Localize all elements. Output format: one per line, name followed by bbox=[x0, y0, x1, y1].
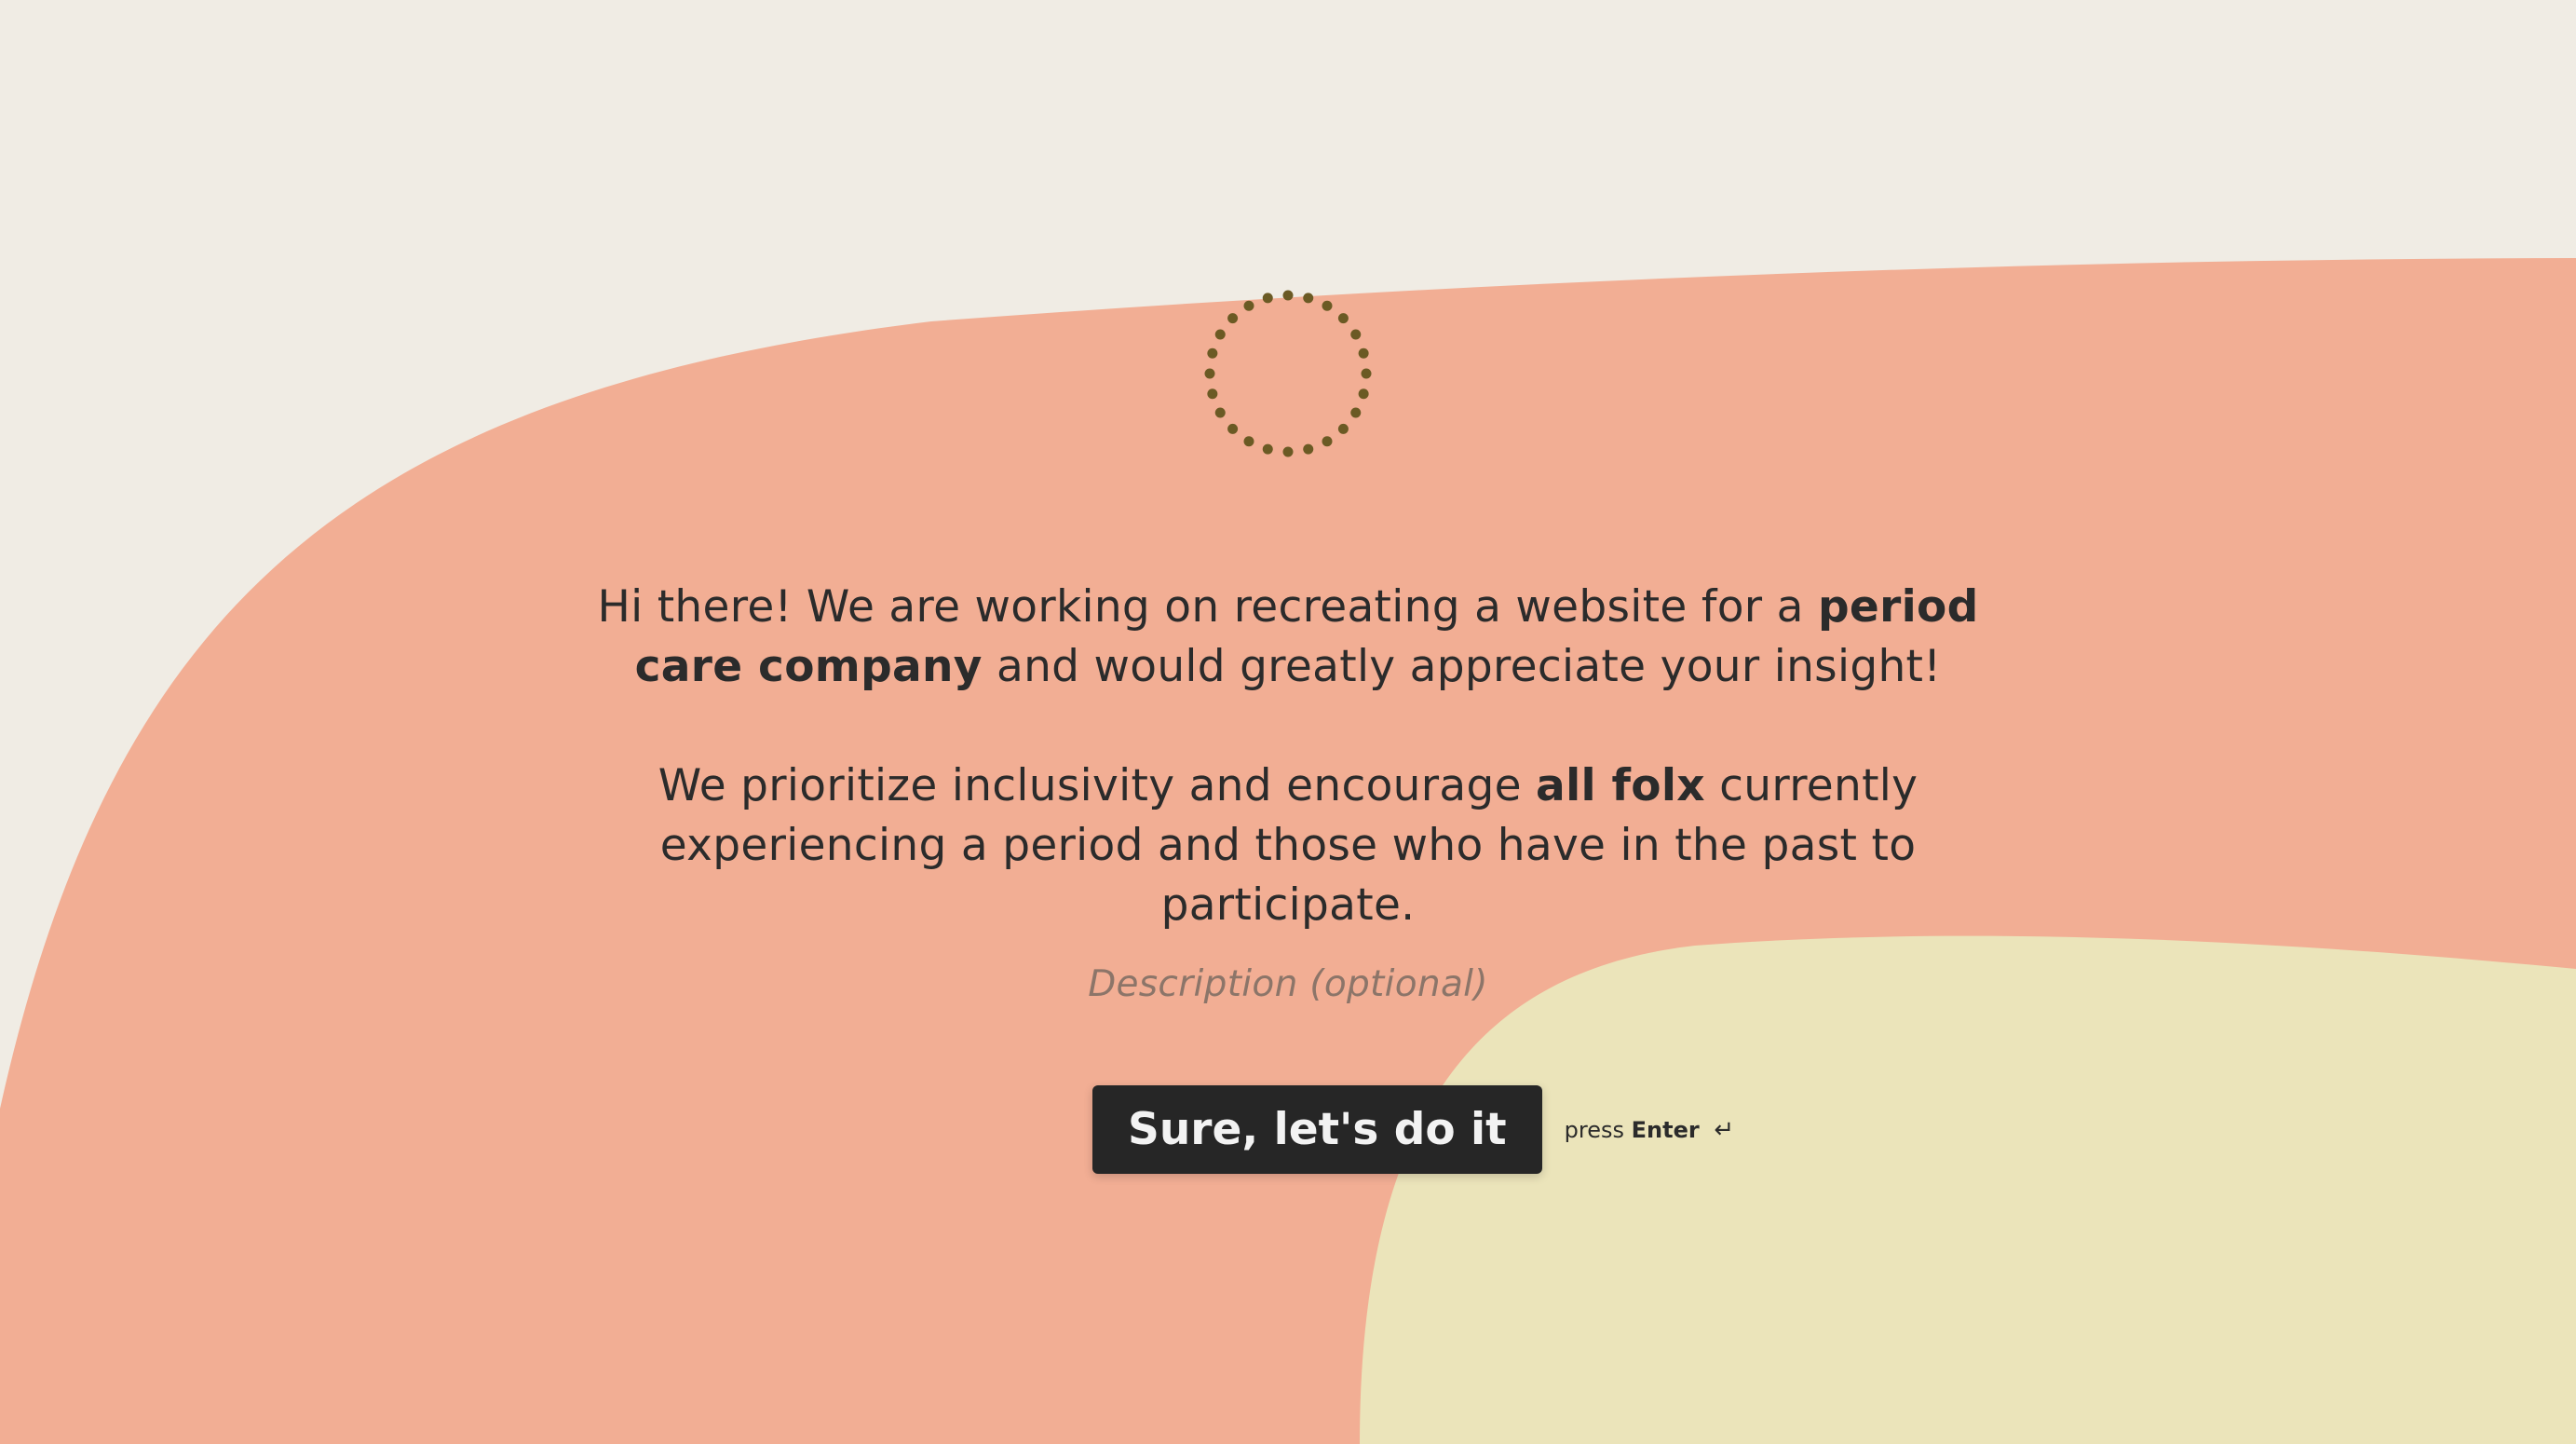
logo-dot bbox=[1358, 388, 1369, 400]
intro-section: Hi there! We are working on recreating a… bbox=[0, 578, 2576, 1005]
logo-dot bbox=[1262, 443, 1273, 455]
intro-bold-text: all folx bbox=[1536, 760, 1705, 811]
logo-dot bbox=[1350, 329, 1362, 340]
logo-dot bbox=[1322, 300, 1333, 311]
logo-dot bbox=[1214, 407, 1226, 418]
start-button[interactable]: Sure, let's do it bbox=[1092, 1085, 1542, 1174]
logo-dot bbox=[1282, 290, 1294, 301]
logo-dot bbox=[1303, 293, 1314, 304]
hint-key-label: Enter bbox=[1631, 1116, 1700, 1143]
intro-paragraph-2: We prioritize inclusivity and encourage … bbox=[636, 756, 1940, 935]
logo-dot bbox=[1282, 446, 1294, 457]
dotted-circle-logo-icon bbox=[1204, 290, 1372, 457]
hint-press-label: press bbox=[1564, 1116, 1624, 1143]
logo-dot bbox=[1243, 436, 1254, 447]
logo-dot bbox=[1358, 347, 1369, 359]
logo-dot bbox=[1361, 368, 1372, 379]
cream-shape bbox=[1360, 935, 2576, 1444]
logo-dot bbox=[1227, 313, 1239, 324]
intro-text: Hi there! We are working on recreating a… bbox=[597, 581, 1818, 633]
logo-dot bbox=[1337, 313, 1349, 324]
enter-hint: press Enter ↵ bbox=[1565, 1116, 1735, 1144]
logo-dot bbox=[1214, 329, 1226, 340]
logo-dot bbox=[1243, 300, 1254, 311]
logo-dot bbox=[1322, 436, 1333, 447]
logo-dot bbox=[1227, 423, 1239, 434]
logo-dot bbox=[1204, 368, 1215, 379]
logo-dot bbox=[1207, 388, 1218, 400]
return-arrow-icon: ↵ bbox=[1714, 1115, 1735, 1144]
logo-dot bbox=[1337, 423, 1349, 434]
logo-dot bbox=[1303, 443, 1314, 455]
logo-dot bbox=[1350, 407, 1362, 418]
intro-text: and would greatly appreciate your insigh… bbox=[982, 641, 1942, 692]
logo-dot bbox=[1207, 347, 1218, 359]
description-placeholder: Description (optional) bbox=[1088, 963, 1488, 1005]
logo-dot bbox=[1262, 293, 1273, 304]
intro-text: We prioritize inclusivity and encourage bbox=[658, 760, 1537, 811]
page: Hi there! We are working on recreating a… bbox=[0, 0, 2576, 1444]
intro-paragraph-1: Hi there! We are working on recreating a… bbox=[590, 578, 1986, 697]
action-row: Sure, let's do it press Enter ↵ bbox=[1092, 1085, 1734, 1174]
